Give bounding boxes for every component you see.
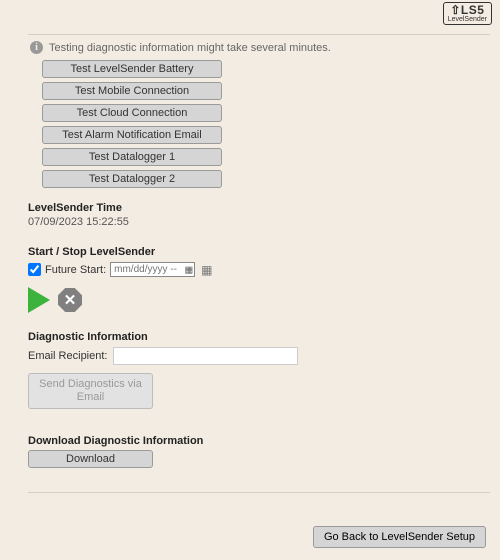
main-panel: i Testing diagnostic information might t… bbox=[28, 34, 490, 550]
test-cloud-button[interactable]: Test Cloud Connection bbox=[42, 104, 222, 122]
test-alarm-email-button[interactable]: Test Alarm Notification Email bbox=[42, 126, 222, 144]
diagnostic-info-title: Diagnostic Information bbox=[28, 331, 490, 343]
test-datalogger-2-button[interactable]: Test Datalogger 2 bbox=[42, 170, 222, 188]
info-icon: i bbox=[30, 41, 43, 54]
future-start-checkbox[interactable] bbox=[28, 263, 41, 276]
future-start-label: Future Start: bbox=[45, 264, 106, 276]
calendar-icon[interactable]: ▦ bbox=[201, 263, 212, 277]
divider bbox=[28, 492, 490, 493]
download-diag-title: Download Diagnostic Information bbox=[28, 435, 490, 447]
info-note: i Testing diagnostic information might t… bbox=[28, 35, 490, 60]
email-recipient-input[interactable] bbox=[113, 347, 298, 365]
logo-subtext: LevelSender bbox=[448, 16, 487, 23]
test-battery-button[interactable]: Test LevelSender Battery bbox=[42, 60, 222, 78]
levelsender-time-title: LevelSender Time bbox=[28, 202, 490, 214]
test-mobile-button[interactable]: Test Mobile Connection bbox=[42, 82, 222, 100]
test-datalogger-1-button[interactable]: Test Datalogger 1 bbox=[42, 148, 222, 166]
info-text: Testing diagnostic information might tak… bbox=[49, 42, 331, 54]
future-start-date-input[interactable] bbox=[110, 262, 195, 277]
send-diagnostics-button[interactable]: Send Diagnostics via Email bbox=[28, 373, 153, 409]
app-logo: ⇧LS5 LevelSender bbox=[443, 2, 492, 25]
go-back-button[interactable]: Go Back to LevelSender Setup bbox=[313, 526, 486, 548]
stop-button[interactable]: ✕ bbox=[58, 288, 82, 312]
download-button[interactable]: Download bbox=[28, 450, 153, 468]
test-button-group: Test LevelSender Battery Test Mobile Con… bbox=[42, 60, 490, 188]
start-button[interactable] bbox=[28, 287, 50, 313]
start-stop-title: Start / Stop LevelSender bbox=[28, 246, 490, 258]
levelsender-time-value: 07/09/2023 15:22:55 bbox=[28, 216, 490, 228]
email-recipient-label: Email Recipient: bbox=[28, 350, 107, 362]
logo-text: ⇧LS5 bbox=[448, 4, 487, 16]
